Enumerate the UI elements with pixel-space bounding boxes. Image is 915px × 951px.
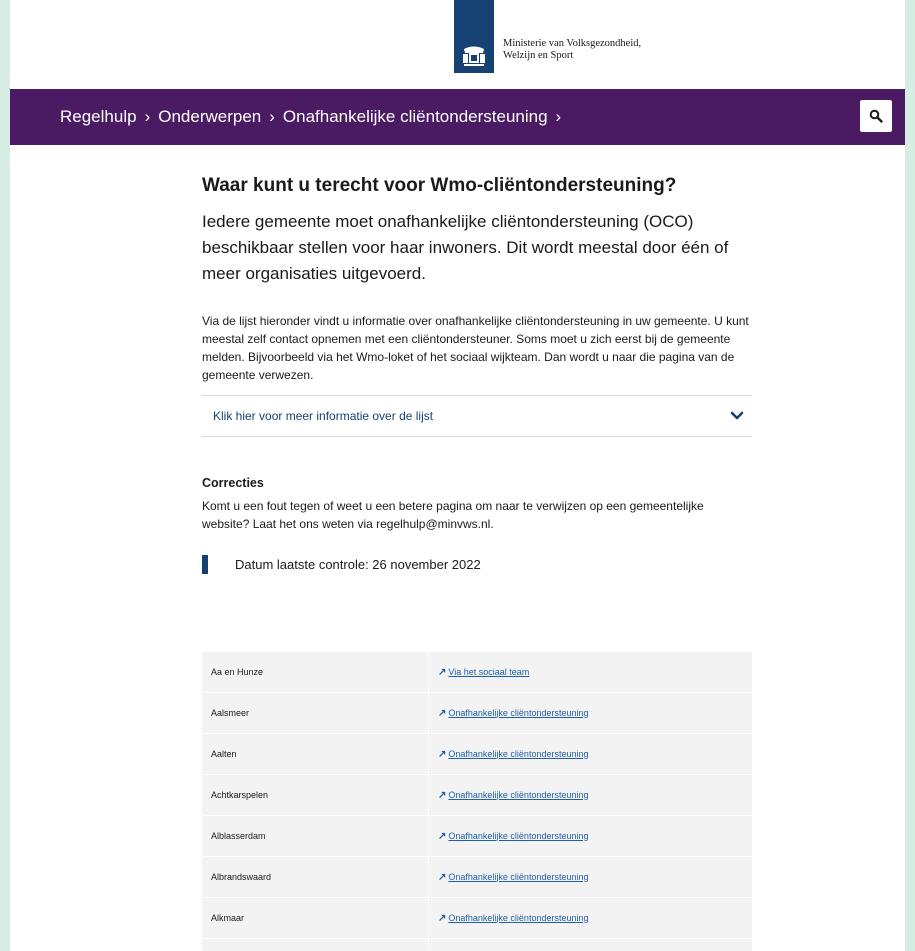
table-row: Aalsmeer ↗ Onafhankelijke cliëntondersteu…: [202, 692, 752, 734]
external-link-icon: ↗: [438, 789, 447, 801]
oco-link[interactable]: Onafhankelijke cliëntondersteuning: [448, 790, 588, 800]
external-link-icon: ↗: [438, 830, 447, 842]
breadcrumb-onderwerpen[interactable]: Onderwerpen: [158, 107, 261, 127]
last-check-date: Datum laatste controle: 26 november 2022: [235, 557, 481, 572]
table-row: [202, 938, 752, 951]
municipality-name: [202, 938, 429, 951]
site-header: Ministerie van Volksgezondheid, Welzijn …: [10, 0, 905, 89]
link-cell: ↗ Onafhankelijke cliëntondersteuning: [428, 856, 752, 898]
link-cell: [428, 938, 752, 951]
coat-of-arms-icon: [463, 46, 485, 66]
municipality-name: Alkmaar: [202, 897, 429, 939]
table-row: Alblasserdam ↗ Onafhankelijke cliëntonder…: [202, 815, 752, 857]
ministry-logo[interactable]: Ministerie van Volksgezondheid, Welzijn …: [454, 0, 641, 73]
external-link-icon: ↗: [438, 666, 447, 678]
intro-paragraph: Via de lijst hieronder vindt u informati…: [202, 314, 749, 382]
search-icon: [869, 109, 883, 123]
main-content: Waar kunt u terecht voor Wmo-cliëntonder…: [202, 175, 752, 951]
table-row: Albrandswaard ↗ Onafhankelijke cliëntonde…: [202, 856, 752, 898]
link-cell: ↗ Onafhankelijke cliëntondersteuning: [428, 733, 752, 775]
link-cell: ↗ Onafhankelijke cliëntondersteuning: [428, 774, 752, 816]
lead-paragraph: Iedere gemeente moet onafhankelijke clië…: [202, 212, 729, 283]
table-row: Achtkarspelen ↗ Onafhankelijke cliëntonde…: [202, 774, 752, 816]
external-link-icon: ↗: [438, 748, 447, 760]
oco-link[interactable]: Via het sociaal team: [448, 667, 529, 677]
oco-link[interactable]: Onafhankelijke cliëntondersteuning: [448, 749, 588, 759]
municipality-name: Aalten: [202, 733, 429, 775]
external-link-icon: ↗: [438, 871, 447, 883]
logo-block: [454, 0, 494, 73]
municipality-table: Aa en Hunze ↗ Via het sociaal team Aalsme…: [202, 652, 752, 951]
breadcrumb: Regelhulp › Onderwerpen › Onafhankelijke…: [60, 107, 569, 127]
link-cell: ↗ Onafhankelijke cliëntondersteuning: [428, 897, 752, 939]
external-link-icon: ↗: [438, 912, 447, 924]
breadcrumb-regelhulp[interactable]: Regelhulp: [60, 107, 137, 127]
breadcrumb-separator: ›: [555, 107, 562, 126]
breadcrumb-oco[interactable]: Onafhankelijke cliëntondersteuning: [283, 107, 548, 127]
ministry-name-line2: Welzijn en Sport: [503, 50, 574, 61]
oco-link[interactable]: Onafhankelijke cliëntondersteuning: [448, 913, 588, 923]
oco-link[interactable]: Onafhankelijke cliëntondersteuning: [448, 708, 588, 718]
last-check-note: Datum laatste controle: 26 november 2022: [202, 555, 752, 574]
ministry-name: Ministerie van Volksgezondheid, Welzijn …: [503, 38, 641, 62]
municipality-name: Aa en Hunze: [202, 652, 429, 693]
table-row: Aalten ↗ Onafhankelijke cliëntondersteuni…: [202, 733, 752, 775]
table-row: Alkmaar ↗ Onafhankelijke cliëntondersteun…: [202, 897, 752, 939]
page-title: Waar kunt u terecht voor Wmo-cliëntonder…: [202, 175, 677, 196]
nav-bar: Regelhulp › Onderwerpen › Onafhankelijke…: [10, 89, 905, 145]
link-cell: ↗ Onafhankelijke cliëntondersteuning: [428, 692, 752, 734]
list-info-accordion[interactable]: Klik hier voor meer informatie over de l…: [202, 395, 752, 437]
chevron-down-icon: [730, 411, 744, 420]
municipality-name: Aalsmeer: [202, 692, 429, 734]
external-link-icon: ↗: [438, 707, 447, 719]
link-cell: ↗ Via het sociaal team: [428, 652, 752, 693]
corrections-text: Komt u een fout tegen of weet u een bete…: [202, 499, 704, 531]
note-accent-bar: [202, 555, 208, 574]
breadcrumb-separator: ›: [144, 107, 151, 126]
oco-link[interactable]: Onafhankelijke cliëntondersteuning: [448, 831, 588, 841]
corrections-heading: Correcties: [202, 476, 264, 490]
ministry-name-line1: Ministerie van Volksgezondheid,: [503, 38, 642, 49]
page: Ministerie van Volksgezondheid, Welzijn …: [10, 0, 905, 951]
municipality-name: Albrandswaard: [202, 856, 429, 898]
municipality-name: Alblasserdam: [202, 815, 429, 857]
search-button[interactable]: [860, 100, 892, 132]
oco-link[interactable]: Onafhankelijke cliëntondersteuning: [448, 872, 588, 882]
table-row: Aa en Hunze ↗ Via het sociaal team: [202, 652, 752, 693]
link-cell: ↗ Onafhankelijke cliëntondersteuning: [428, 815, 752, 857]
municipality-name: Achtkarspelen: [202, 774, 429, 816]
breadcrumb-separator: ›: [269, 107, 275, 126]
accordion-label: Klik hier voor meer informatie over de l…: [213, 409, 434, 423]
